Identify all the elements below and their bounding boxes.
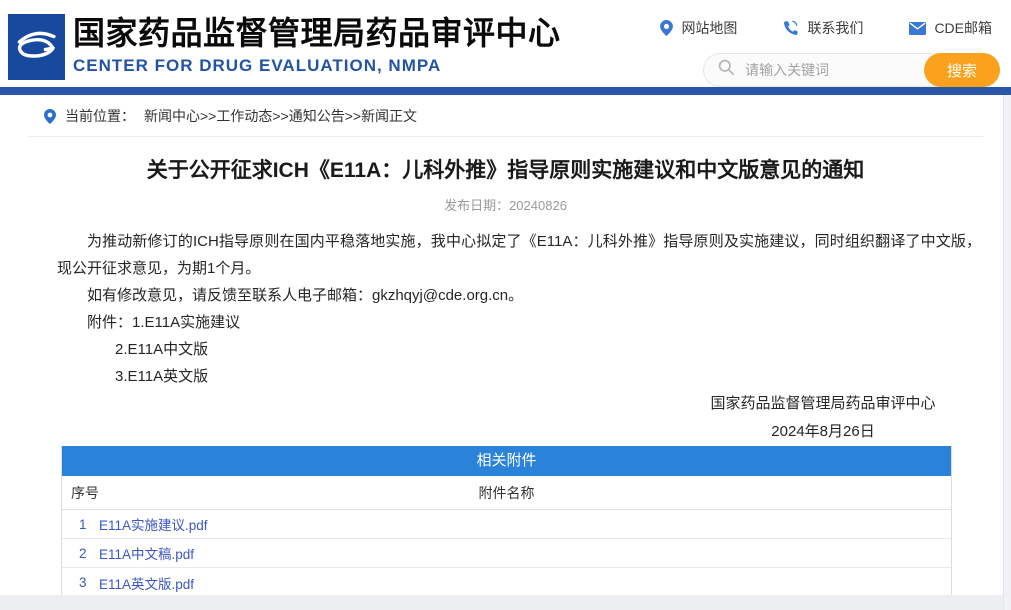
attachments-table-column-headers: 序号 附件名称 [62,476,951,510]
article-body: 为推动新修订的ICH指导原则在国内平稳落地实施，我中心拟定了《E11A：儿科外推… [0,228,1011,390]
publish-date-value: 20240826 [509,198,567,213]
attachment-item-3: 3.E11A英文版 [115,368,209,385]
search-button[interactable]: 搜索 [924,53,1000,87]
paragraph-2: 如有修改意见，请反馈至联系人电子邮箱：gkzhqyj@cde.org.cn。 [87,287,524,304]
scrollbar[interactable] [1003,95,1011,610]
publish-date: 发布日期：20240826 [0,195,1011,214]
row-number: 1 [79,516,87,532]
quick-links: 网站地图 联系我们 CDE邮箱 [660,18,992,38]
search-input[interactable] [743,61,903,79]
column-header-filename: 附件名称 [478,485,535,501]
mail-icon [909,21,927,35]
publish-date-label: 发布日期： [444,198,510,213]
attachment-file-link[interactable]: E11A英文版.pdf [99,573,194,593]
swoosh-logo-icon [14,26,60,69]
site-header: 国家药品监督管理局药品审评中心 CENTER FOR DRUG EVALUATI… [0,0,1011,87]
link-cde-mail-label: CDE邮箱 [934,20,992,36]
signature-block: 国家药品监督管理局药品审评中心 2024年8月26日 [703,390,943,446]
search-field-wrapper: 搜索 [703,53,1000,87]
search-icon [718,59,735,81]
phone-icon [783,20,799,36]
attachment-item-1: 1.E11A实施建议 [132,314,241,331]
attachments-table-title: 相关附件 [62,446,951,476]
article-title: 关于公开征求ICH《E11A：儿科外推》指导原则实施建议和中文版意见的通知 [146,159,865,182]
table-row: 3 E11A英文版.pdf [62,568,951,597]
table-row: 1 E11A实施建议.pdf [62,510,951,539]
page-bottom-strip [0,595,1011,610]
signer-name: 国家药品监督管理局药品审评中心 [710,395,936,412]
page: 国家药品监督管理局药品审评中心 CENTER FOR DRUG EVALUATI… [0,0,1011,610]
org-name-en: CENTER FOR DRUG EVALUATION, NMPA [73,56,442,75]
map-pin-icon [660,20,674,36]
attachments-table: 相关附件 序号 附件名称 1 E11A实施建议.pdf 2 E11A中文稿.pd… [61,446,952,598]
table-row: 2 E11A中文稿.pdf [62,539,951,568]
header-divider-bar [0,87,1011,95]
attachments-label: 附件： [87,314,133,331]
attachment-item-2: 2.E11A中文版 [115,341,209,358]
breadcrumb-prefix: 当前位置： [65,108,135,124]
link-sitemap[interactable]: 网站地图 [660,18,737,38]
breadcrumb-path[interactable]: 新闻中心>>工作动态>>通知公告>>新闻正文 [144,106,417,126]
row-number: 3 [79,575,87,590]
org-title-block: 国家药品监督管理局药品审评中心 CENTER FOR DRUG EVALUATI… [73,15,561,76]
paragraph-1: 为推动新修订的ICH指导原则在国内平稳落地实施，我中心拟定了《E11A：儿科外推… [57,233,981,277]
search-bar: 搜索 [703,53,1000,87]
sign-date: 2024年8月26日 [771,423,875,440]
attachments-intro-line: 附件：1.E11A实施建议 [57,309,981,336]
org-name-zh: 国家药品监督管理局药品审评中心 [73,15,561,51]
cde-logo[interactable] [8,14,65,80]
link-contact[interactable]: 联系我们 [783,18,863,38]
link-cde-mail[interactable]: CDE邮箱 [909,18,992,38]
attachment-file-link[interactable]: E11A实施建议.pdf [99,514,208,534]
attachment-file-link[interactable]: E11A中文稿.pdf [99,543,194,563]
location-pin-icon [44,108,56,124]
link-sitemap-label: 网站地图 [681,20,738,36]
row-number: 2 [79,545,87,561]
breadcrumb: 当前位置： 新闻中心>>工作动态>>通知公告>>新闻正文 [28,95,983,137]
link-contact-label: 联系我们 [807,20,864,36]
